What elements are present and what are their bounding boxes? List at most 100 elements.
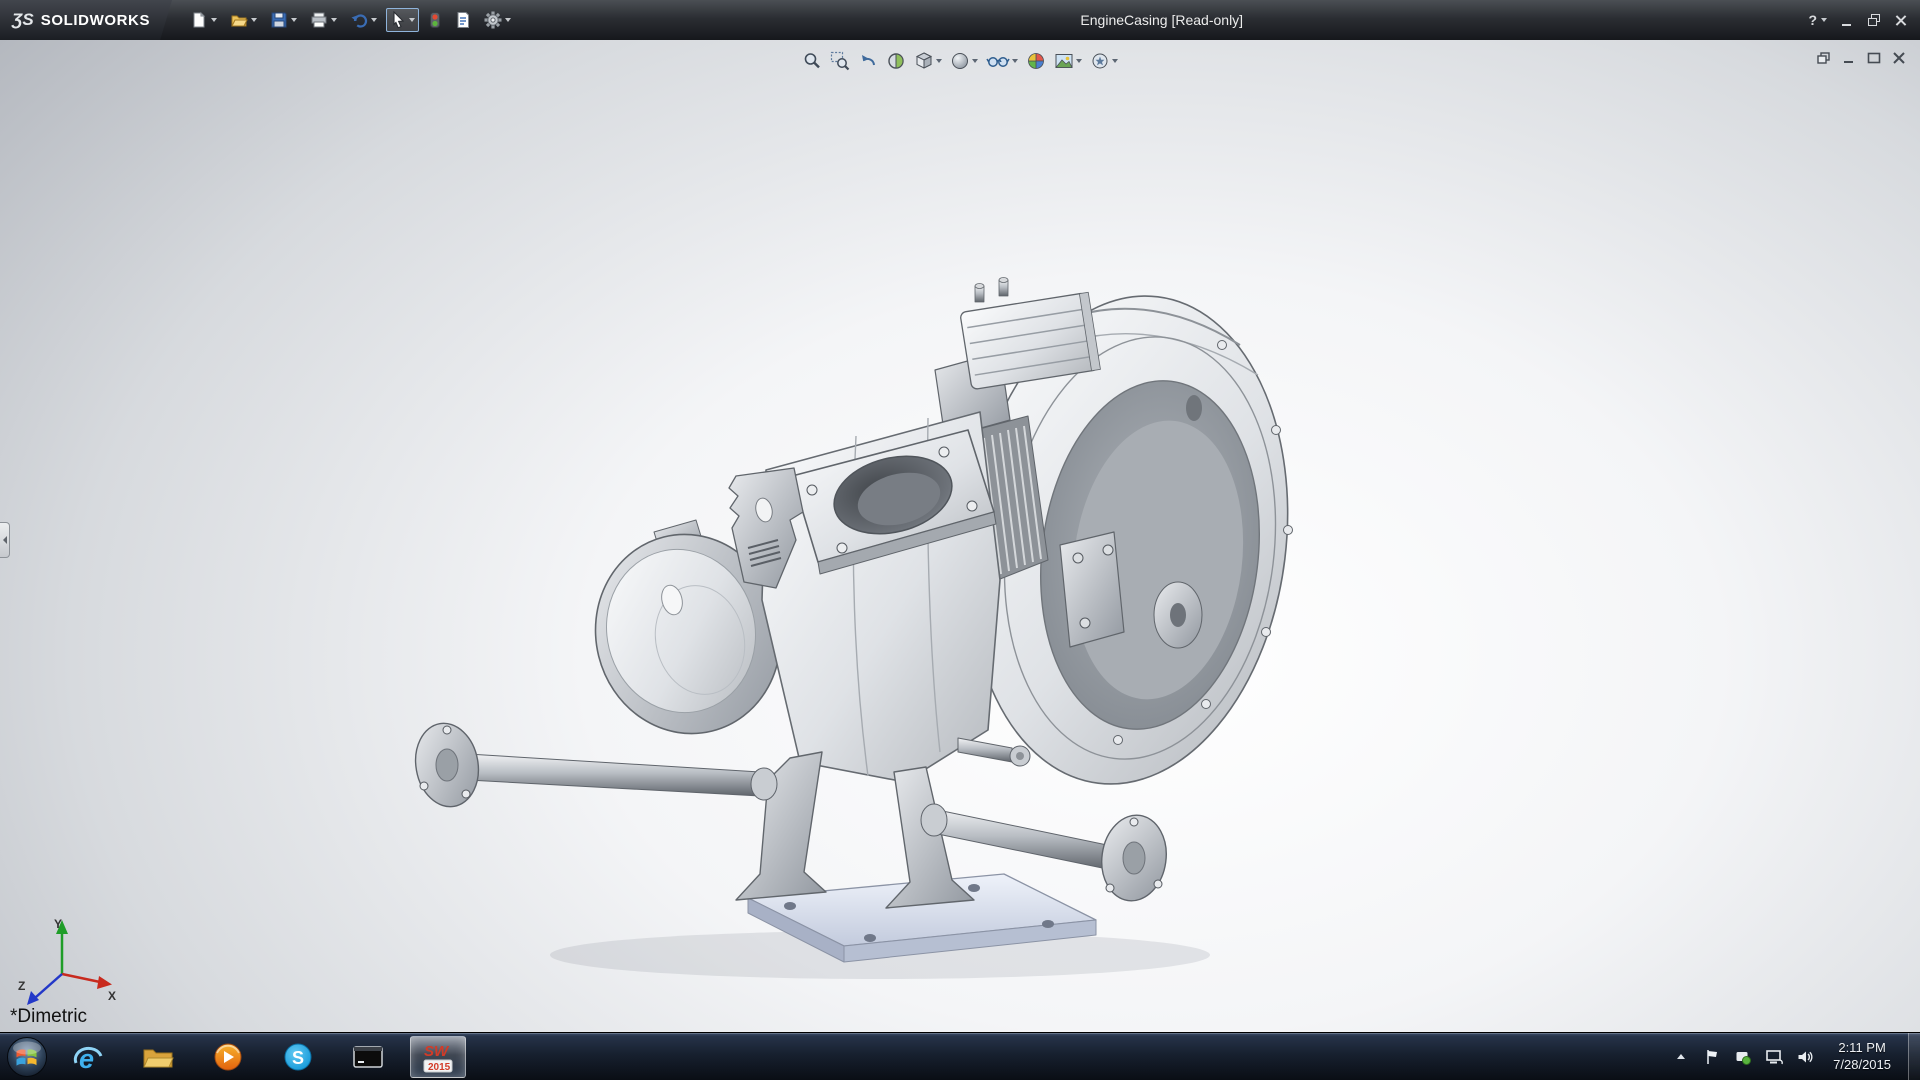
triad-z-label: Z xyxy=(18,979,25,993)
dropdown-caret[interactable] xyxy=(251,18,257,22)
select-button[interactable] xyxy=(386,8,419,32)
options-button[interactable] xyxy=(480,8,515,32)
rebuild-button[interactable] xyxy=(424,8,446,32)
minimize-icon xyxy=(1842,52,1856,64)
help-button[interactable]: ? xyxy=(1808,12,1827,28)
dropdown-caret[interactable] xyxy=(505,18,511,22)
apply-scene-button[interactable] xyxy=(1052,50,1084,72)
taskbar-command-prompt[interactable] xyxy=(340,1036,396,1078)
taskbar-clock[interactable]: 2:11 PM 7/28/2015 xyxy=(1825,1040,1899,1074)
select-cursor-icon xyxy=(390,11,406,29)
svg-text:2015: 2015 xyxy=(428,1062,451,1073)
safely-remove-hardware-icon xyxy=(1734,1048,1752,1066)
view-settings-button[interactable] xyxy=(1088,50,1120,72)
3ds-logo: ƷS xyxy=(12,10,34,30)
dropdown-caret[interactable] xyxy=(1076,59,1082,63)
undo-button[interactable] xyxy=(346,8,381,32)
new-button[interactable] xyxy=(186,8,221,32)
taskbar-windows-explorer[interactable] xyxy=(130,1036,186,1078)
taskbar-skype[interactable]: S xyxy=(270,1036,326,1078)
previous-view-button[interactable] xyxy=(856,50,880,72)
reference-triad[interactable]: Y X Z xyxy=(16,912,120,1016)
dropdown-caret[interactable] xyxy=(972,59,978,63)
section-view-button[interactable] xyxy=(884,50,908,72)
dropdown-caret[interactable] xyxy=(1012,59,1018,63)
hide-show-items-button[interactable] xyxy=(984,50,1020,72)
dropdown-caret[interactable] xyxy=(371,18,377,22)
appearance-ball-icon xyxy=(1026,51,1046,71)
skype-icon: S xyxy=(283,1042,313,1072)
view-cube-icon xyxy=(914,51,934,71)
folder-icon xyxy=(142,1044,174,1070)
triad-y-label: Y xyxy=(54,917,62,931)
taskbar-media-player[interactable] xyxy=(200,1036,256,1078)
graphics-area[interactable]: Y X Z *Dimetric xyxy=(0,40,1920,1032)
network-icon xyxy=(1764,1048,1784,1066)
zoom-to-fit-icon xyxy=(802,51,822,71)
show-hidden-icons-button[interactable] xyxy=(1670,1043,1692,1071)
internet-explorer-icon: e xyxy=(71,1041,105,1073)
view-settings-icon xyxy=(1090,51,1110,71)
undo-icon xyxy=(350,11,368,29)
dropdown-caret[interactable] xyxy=(1821,18,1827,22)
titlebar: ƷS SOLIDWORKS xyxy=(0,0,1920,40)
doc-restore-down-button[interactable] xyxy=(1815,50,1833,65)
save-button[interactable] xyxy=(266,8,301,32)
solidworks-brand: ƷS SOLIDWORKS xyxy=(0,0,172,40)
view-orientation-button[interactable] xyxy=(912,50,944,72)
display-style-button[interactable] xyxy=(948,50,980,72)
dropdown-caret[interactable] xyxy=(331,18,337,22)
chevron-left-icon xyxy=(3,536,7,544)
safely-remove-hardware-button[interactable] xyxy=(1732,1043,1754,1071)
restore-button[interactable] xyxy=(1867,14,1881,27)
help-glyph: ? xyxy=(1808,12,1817,28)
svg-text:S: S xyxy=(292,1048,304,1068)
volume-button[interactable] xyxy=(1794,1043,1816,1071)
doc-maximize-button[interactable] xyxy=(1865,50,1883,65)
scene-icon xyxy=(1054,51,1074,71)
stub-shaft xyxy=(958,738,1030,766)
file-properties-button[interactable] xyxy=(451,8,475,32)
zoom-to-area-button[interactable] xyxy=(828,50,852,72)
action-center-button[interactable] xyxy=(1701,1043,1723,1071)
close-icon xyxy=(1892,52,1906,64)
engine-casing-model[interactable] xyxy=(0,40,1920,1032)
open-button[interactable] xyxy=(226,8,261,32)
solidworks-icon: SW 2015 xyxy=(420,1040,456,1074)
command-prompt-icon xyxy=(352,1043,384,1071)
file-properties-icon xyxy=(455,11,471,29)
close-button[interactable] xyxy=(1894,14,1908,27)
brand-wordmark: SOLIDWORKS xyxy=(41,12,150,29)
view-orientation-label: *Dimetric xyxy=(10,1006,87,1028)
glasses-icon xyxy=(986,51,1010,71)
dropdown-caret[interactable] xyxy=(291,18,297,22)
new-document-icon xyxy=(190,11,208,29)
dropdown-caret[interactable] xyxy=(409,18,415,22)
chevron-up-icon xyxy=(1677,1054,1685,1059)
taskbar-solidworks[interactable]: SW 2015 xyxy=(410,1036,466,1078)
options-gear-icon xyxy=(484,11,502,29)
taskbar-internet-explorer[interactable]: e xyxy=(60,1036,116,1078)
print-button[interactable] xyxy=(306,8,341,32)
feature-manager-collapse-tab[interactable] xyxy=(0,522,10,558)
volume-icon xyxy=(1796,1048,1814,1066)
media-player-icon xyxy=(213,1042,243,1072)
save-icon xyxy=(270,11,288,29)
dropdown-caret[interactable] xyxy=(211,18,217,22)
minimize-button[interactable] xyxy=(1840,14,1854,27)
dropdown-caret[interactable] xyxy=(936,59,942,63)
triad-x-label: X xyxy=(108,989,116,1003)
window-title: EngineCasing [Read-only] xyxy=(515,12,1808,28)
network-button[interactable] xyxy=(1763,1043,1785,1071)
document-window-controls xyxy=(1815,50,1908,65)
taskbar-apps: e S xyxy=(60,1036,466,1078)
doc-close-button[interactable] xyxy=(1890,50,1908,65)
start-button[interactable] xyxy=(4,1034,50,1080)
show-desktop-button[interactable] xyxy=(1908,1033,1920,1080)
zoom-to-fit-button[interactable] xyxy=(800,50,824,72)
dropdown-caret[interactable] xyxy=(1112,59,1118,63)
doc-minimize-button[interactable] xyxy=(1840,50,1858,65)
edit-appearance-button[interactable] xyxy=(1024,50,1048,72)
flag-icon xyxy=(1704,1048,1720,1066)
system-tray: 2:11 PM 7/28/2015 xyxy=(1670,1033,1920,1080)
